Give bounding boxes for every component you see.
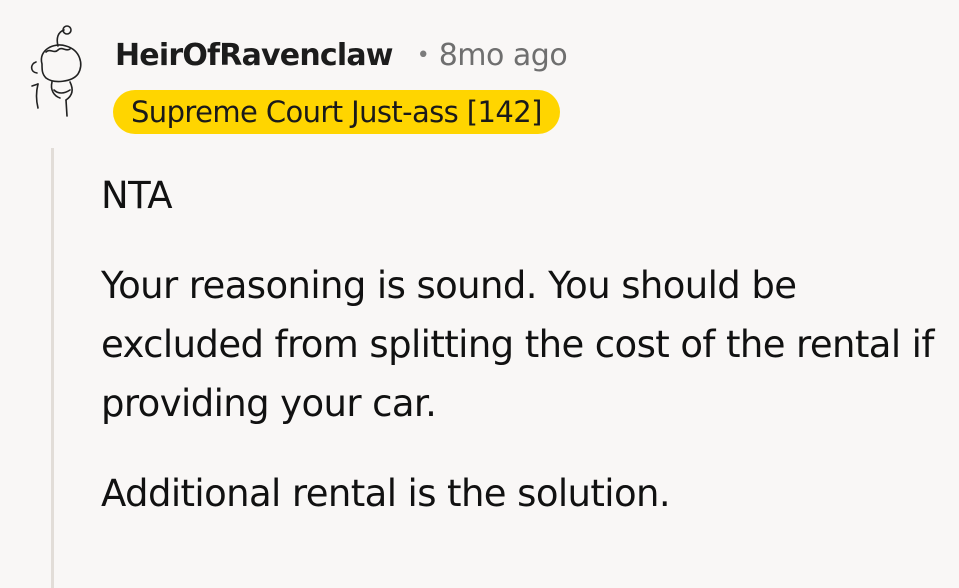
user-flair-badge: Supreme Court Just-ass [142] xyxy=(113,90,560,134)
snoo-avatar-icon xyxy=(30,25,82,117)
separator-dot: • xyxy=(416,43,430,68)
comment-paragraph: Additional rental is the solution. xyxy=(101,472,671,515)
comment-paragraph: Your reasoning is sound. You should be e… xyxy=(101,264,934,425)
comment-paragraph: NTA xyxy=(101,174,173,217)
thread-line[interactable] xyxy=(51,148,54,588)
comment-header: HeirOfRavenclaw • 8mo ago xyxy=(115,38,568,73)
comment-timestamp[interactable]: 8mo ago xyxy=(439,38,568,73)
avatar[interactable] xyxy=(20,24,92,124)
comment-body: NTA Your reasoning is sound. You should … xyxy=(101,166,951,554)
author-username[interactable]: HeirOfRavenclaw xyxy=(115,38,394,73)
